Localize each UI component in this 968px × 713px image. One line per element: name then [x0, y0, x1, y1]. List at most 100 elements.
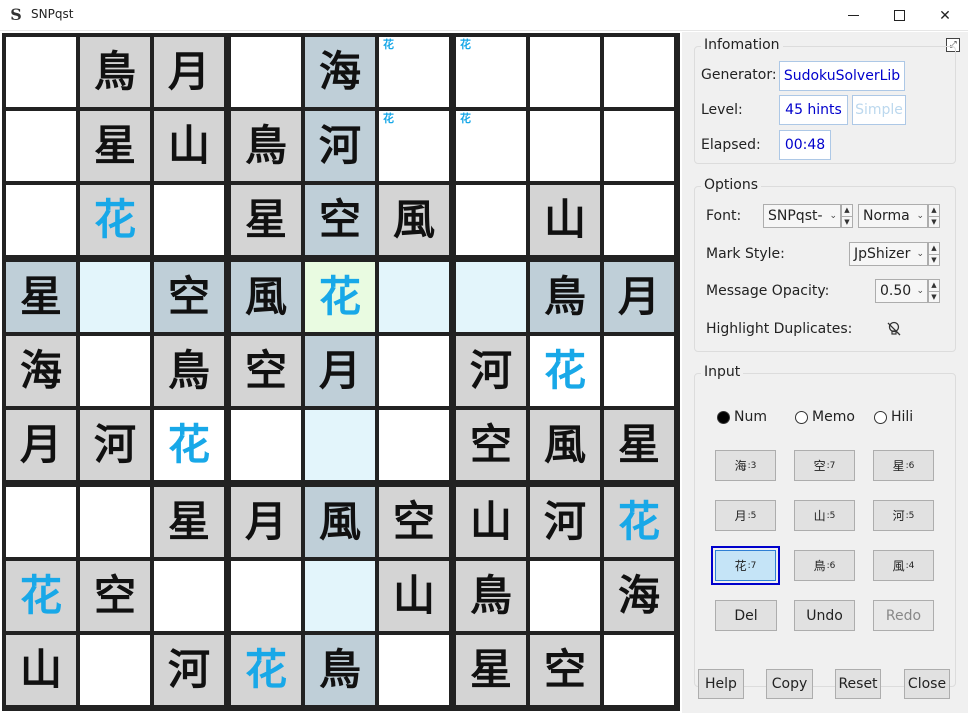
board-cell[interactable]: 河 — [80, 410, 150, 480]
board-cell[interactable] — [231, 561, 301, 631]
board-cell[interactable] — [530, 561, 600, 631]
board-cell[interactable]: 海 — [6, 336, 76, 406]
opacity-spinner[interactable]: ▲ ▼ — [928, 279, 940, 303]
board-cell[interactable] — [231, 37, 301, 107]
symbol-key-button[interactable]: 山:5 — [794, 500, 855, 531]
board-cell[interactable]: 河 — [154, 635, 224, 705]
board-cell[interactable]: 山 — [456, 487, 526, 557]
board-cell[interactable]: 月 — [604, 262, 674, 332]
font-spinner[interactable]: ▲ ▼ — [841, 204, 853, 228]
board-cell[interactable]: 海 — [604, 561, 674, 631]
message-opacity-input[interactable]: 0.50 ⌄ — [875, 279, 928, 303]
lightbulb-off-icon[interactable] — [885, 320, 903, 338]
close-button[interactable]: Close — [904, 669, 950, 699]
board-cell[interactable]: 鳥 — [231, 111, 301, 181]
board-cell[interactable] — [6, 111, 76, 181]
board-cell[interactable] — [154, 561, 224, 631]
board-cell[interactable]: 風 — [530, 410, 600, 480]
redo-button[interactable]: Redo — [873, 600, 934, 631]
board-cell[interactable] — [456, 262, 526, 332]
board-cell[interactable] — [379, 410, 449, 480]
board-cell[interactable]: 月 — [305, 336, 375, 406]
board-cell[interactable]: 鳥 — [305, 635, 375, 705]
board-cell[interactable]: 山 — [6, 635, 76, 705]
board-cell[interactable]: 花 — [456, 37, 526, 107]
board-cell[interactable]: 風 — [231, 262, 301, 332]
board-cell[interactable] — [6, 487, 76, 557]
board-cell[interactable] — [604, 635, 674, 705]
board-cell[interactable]: 花 — [154, 410, 224, 480]
board-cell[interactable]: 河 — [305, 111, 375, 181]
board-cell[interactable]: 山 — [379, 561, 449, 631]
board-cell[interactable] — [604, 185, 674, 255]
board-cell[interactable] — [530, 37, 600, 107]
board-cell[interactable] — [379, 262, 449, 332]
board-cell[interactable]: 海 — [305, 37, 375, 107]
help-button[interactable]: Help — [698, 669, 744, 699]
board-cell[interactable]: 花 — [379, 111, 449, 181]
board-cell[interactable] — [530, 111, 600, 181]
board-cell[interactable] — [604, 37, 674, 107]
board-cell[interactable] — [80, 336, 150, 406]
minimize-button[interactable] — [830, 0, 876, 31]
board-cell[interactable]: 鳥 — [80, 37, 150, 107]
board-cell[interactable]: 星 — [456, 635, 526, 705]
board-cell[interactable] — [604, 336, 674, 406]
board-cell[interactable]: 空 — [80, 561, 150, 631]
mark-style-select[interactable]: JpShizer ⌄ — [849, 242, 928, 266]
board-cell[interactable]: 星 — [231, 185, 301, 255]
mark-style-spinner[interactable]: ▲ ▼ — [928, 242, 940, 266]
symbol-key-button[interactable]: 風:4 — [873, 550, 934, 581]
board-cell[interactable]: 星 — [154, 487, 224, 557]
board-cell[interactable] — [305, 410, 375, 480]
board-cell[interactable]: 花 — [80, 185, 150, 255]
reset-button[interactable]: Reset — [835, 669, 881, 699]
board-cell[interactable]: 空 — [154, 262, 224, 332]
board-cell[interactable] — [231, 410, 301, 480]
board-cell[interactable]: 花 — [604, 487, 674, 557]
board-cell[interactable]: 星 — [80, 111, 150, 181]
board-cell[interactable] — [6, 185, 76, 255]
board-cell[interactable]: 花 — [305, 262, 375, 332]
board-cell[interactable] — [6, 37, 76, 107]
font-weight-select[interactable]: Norma ⌄ — [858, 204, 928, 228]
board-cell[interactable]: 空 — [379, 487, 449, 557]
symbol-key-button[interactable]: 海:3 — [715, 450, 776, 481]
board-cell[interactable]: 月 — [154, 37, 224, 107]
board-cell[interactable]: 鳥 — [456, 561, 526, 631]
board-cell[interactable]: 空 — [305, 185, 375, 255]
board-cell[interactable]: 河 — [530, 487, 600, 557]
board-cell[interactable]: 鳥 — [530, 262, 600, 332]
board-cell[interactable]: 空 — [231, 336, 301, 406]
symbol-key-button[interactable]: 月:5 — [715, 500, 776, 531]
mode-num-radio[interactable]: Num — [717, 409, 767, 425]
board-cell[interactable]: 空 — [456, 410, 526, 480]
board-cell[interactable]: 風 — [305, 487, 375, 557]
board-cell[interactable]: 花 — [6, 561, 76, 631]
maximize-button[interactable] — [876, 0, 922, 31]
board-cell[interactable] — [604, 111, 674, 181]
board-cell[interactable]: 花 — [530, 336, 600, 406]
board-cell[interactable]: 月 — [231, 487, 301, 557]
board-cell[interactable]: 河 — [456, 336, 526, 406]
board-cell[interactable]: 山 — [154, 111, 224, 181]
board-cell[interactable]: 鳥 — [154, 336, 224, 406]
symbol-key-button[interactable]: 河:5 — [873, 500, 934, 531]
board-cell[interactable] — [456, 185, 526, 255]
delete-button[interactable]: Del — [715, 600, 777, 631]
board-cell[interactable]: 星 — [6, 262, 76, 332]
board-cell[interactable]: 月 — [6, 410, 76, 480]
font-select[interactable]: SNPqst- ⌄ — [763, 204, 841, 228]
mode-memo-radio[interactable]: Memo — [795, 409, 855, 425]
board-cell[interactable]: 花 — [379, 37, 449, 107]
symbol-key-button[interactable]: 空:7 — [794, 450, 855, 481]
copy-button[interactable]: Copy — [766, 669, 813, 699]
board-cell[interactable]: 星 — [604, 410, 674, 480]
board-cell[interactable] — [80, 262, 150, 332]
symbol-key-button[interactable]: 鳥:6 — [794, 550, 855, 581]
board-cell[interactable] — [379, 336, 449, 406]
symbol-key-button[interactable]: 花:7 — [711, 546, 780, 585]
mode-hili-radio[interactable]: Hili — [874, 409, 913, 425]
font-weight-spinner[interactable]: ▲ ▼ — [928, 204, 940, 228]
board-cell[interactable] — [379, 635, 449, 705]
